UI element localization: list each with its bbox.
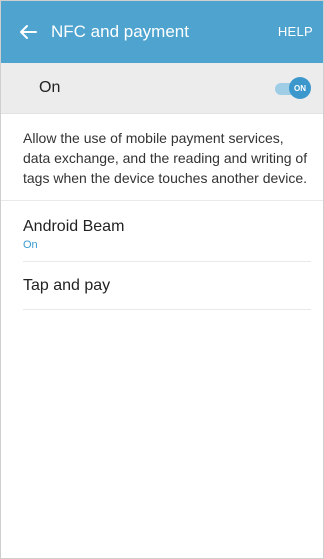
master-switch-label: On bbox=[39, 79, 61, 96]
page-title: NFC and payment bbox=[51, 22, 189, 41]
tap-and-pay-item[interactable]: Tap and pay bbox=[23, 262, 311, 310]
help-button[interactable]: HELP bbox=[278, 24, 313, 39]
master-toggle[interactable]: ON bbox=[275, 77, 311, 99]
arrow-left-icon bbox=[20, 25, 37, 39]
tap-and-pay-title: Tap and pay bbox=[23, 277, 111, 294]
android-beam-item[interactable]: Android Beam On bbox=[23, 201, 311, 262]
back-button[interactable] bbox=[17, 21, 39, 43]
app-bar: NFC and payment HELP bbox=[1, 1, 323, 63]
toggle-knob: ON bbox=[289, 77, 311, 99]
master-switch-bar[interactable]: On ON bbox=[1, 63, 323, 114]
android-beam-title: Android Beam bbox=[23, 218, 125, 235]
description-text: Allow the use of mobile payment services… bbox=[1, 114, 323, 201]
android-beam-status: On bbox=[23, 239, 38, 251]
screen: NFC and payment HELP On ON Allow the use… bbox=[0, 0, 324, 559]
